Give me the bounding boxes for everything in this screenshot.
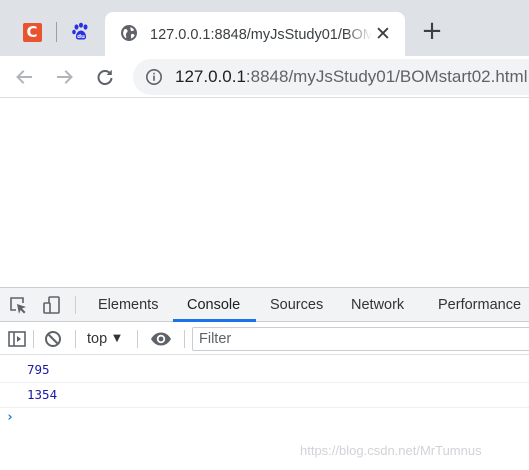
tab-title: 127.0.0.1:8848/myJsStudy01/BOMstart02.ht…: [150, 27, 372, 43]
console-log-row: 1354: [0, 383, 529, 408]
console-toolbar: top ▼: [0, 323, 529, 355]
tab-elements[interactable]: Elements: [98, 288, 158, 322]
tab-network[interactable]: Network: [351, 288, 404, 322]
url-text[interactable]: 127.0.0.1:8848/myJsStudy01/BOMstart02.ht…: [175, 66, 527, 88]
close-tab-icon[interactable]: ✕: [372, 23, 394, 45]
tab-separator: [56, 22, 57, 42]
browser-toolbar: 127.0.0.1:8848/myJsStudy01/BOMstart02.ht…: [0, 56, 529, 98]
console-prompt[interactable]: ›: [0, 408, 529, 432]
globe-icon: [121, 25, 137, 41]
toolbar-separator: [184, 330, 185, 348]
clear-console-button[interactable]: [43, 329, 63, 349]
console-log-value: 795: [27, 362, 50, 377]
url-host: 127.0.0.1: [175, 67, 246, 86]
tab-performance[interactable]: Performance: [438, 288, 521, 322]
device-toolbar-button[interactable]: [41, 294, 63, 316]
pinned-tab-csdn[interactable]: C: [12, 12, 52, 52]
toolbar-separator: [33, 330, 34, 348]
arrow-left-icon: [16, 70, 32, 84]
console-messages: 795 1354 ›: [0, 358, 529, 432]
active-tab-indicator: [173, 319, 256, 322]
baidu-paw-icon: du: [72, 22, 88, 40]
show-console-sidebar-button[interactable]: [7, 329, 27, 349]
filter-input[interactable]: [192, 327, 529, 351]
block-icon: [45, 331, 61, 347]
new-tab-button[interactable]: +: [418, 17, 446, 45]
forward-button[interactable]: [51, 63, 79, 91]
reload-button[interactable]: [91, 63, 119, 91]
device-icon: [43, 296, 60, 314]
eye-icon: [151, 332, 171, 346]
info-icon[interactable]: [145, 68, 163, 86]
inspect-element-button[interactable]: [7, 294, 29, 316]
svg-text:du: du: [77, 34, 85, 40]
reload-icon: [97, 69, 113, 85]
pinned-tab-baidu[interactable]: du: [61, 12, 101, 52]
active-tab[interactable]: 127.0.0.1:8848/myJsStudy01/BOMstart02.ht…: [105, 12, 405, 56]
console-log-row: 795: [0, 358, 529, 383]
sidebar-toggle-icon: [8, 331, 26, 347]
toolbar-separator: [137, 330, 138, 348]
prompt-chevron-icon: ›: [6, 410, 14, 425]
devtools-divider: [75, 296, 76, 314]
toolbar-separator: [75, 330, 76, 348]
address-bar[interactable]: 127.0.0.1:8848/myJsStudy01/BOMstart02.ht…: [133, 59, 529, 95]
context-selector[interactable]: top ▼: [87, 323, 121, 355]
arrow-right-icon: [57, 70, 73, 84]
url-path: :8848/myJsStudy01/BOMstart02.html: [245, 67, 528, 86]
console-log-value: 1354: [27, 387, 58, 402]
live-expression-button[interactable]: [149, 329, 173, 349]
inspect-cursor-icon: [10, 297, 26, 314]
tab-strip: C du 127.0.0.1:8848/myJsStudy01/BOMstart…: [0, 0, 529, 56]
watermark: https://blog.csdn.net/MrTumnus: [300, 443, 482, 458]
devtools-tab-bar: Elements Console Sources Network Perform…: [0, 288, 529, 322]
csdn-icon: C: [22, 22, 42, 42]
tab-console[interactable]: Console: [187, 288, 240, 322]
chevron-down-icon: ▼: [113, 333, 121, 345]
back-button[interactable]: [10, 63, 38, 91]
context-label: top: [87, 331, 108, 347]
tab-sources[interactable]: Sources: [270, 288, 323, 322]
